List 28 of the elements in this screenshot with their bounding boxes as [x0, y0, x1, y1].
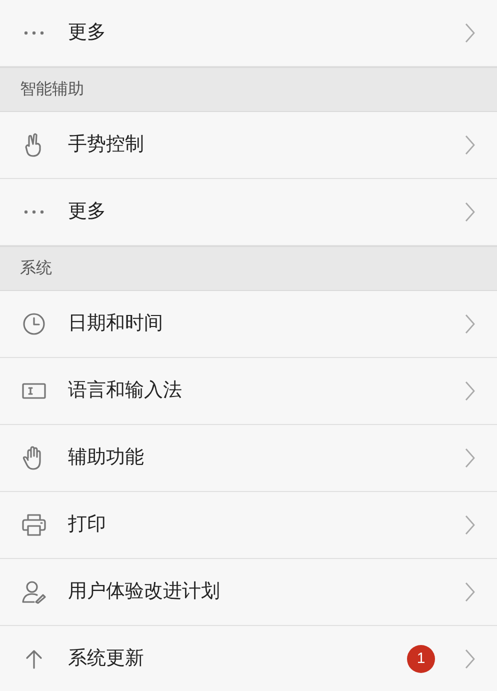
text-field-icon [22, 382, 46, 400]
chevron-icon [465, 515, 475, 535]
item-label: 系统更新 [68, 646, 145, 671]
printer-icon [21, 513, 47, 537]
item-label: 辅助功能 [68, 446, 145, 470]
chevron-icon [465, 582, 475, 602]
chevron-icon [465, 448, 475, 468]
more-icon [23, 209, 45, 215]
user-icon [21, 579, 47, 605]
chevron-icon [465, 649, 475, 669]
chevron-icon [465, 202, 475, 222]
clock-icon [22, 312, 46, 336]
more-icon [23, 30, 45, 36]
notification-badge: 1 [407, 645, 435, 673]
item-label: 更多 [68, 20, 107, 45]
chevron-icon [465, 314, 475, 334]
chevron-icon [465, 135, 475, 155]
item-label: 打印 [68, 512, 107, 537]
chevron-icon [465, 23, 475, 43]
item-label: 更多 [68, 200, 107, 224]
item-label: 语言和输入法 [68, 378, 183, 403]
item-label: 手势控制 [68, 132, 145, 157]
section-title: 系统 [20, 258, 52, 278]
chevron-icon [465, 381, 475, 401]
section-title: 智能辅助 [20, 80, 84, 100]
up-arrow-icon [24, 649, 44, 669]
item-label: 日期和时间 [68, 312, 164, 336]
item-label: 用户体验改进计划 [68, 580, 221, 604]
